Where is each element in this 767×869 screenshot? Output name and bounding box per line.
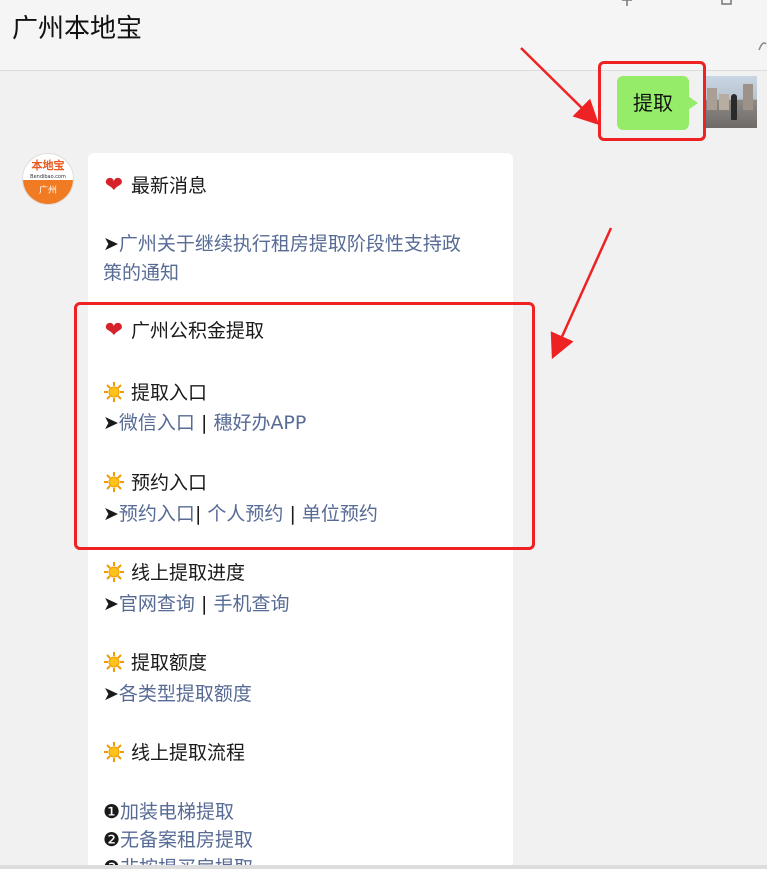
latest-news-title: 最新消息	[131, 175, 208, 197]
latest-news-link-cont[interactable]: 策的通知	[103, 262, 179, 284]
separator: |	[200, 593, 208, 615]
process-heading: 线上提取流程	[103, 738, 245, 765]
sun-icon	[104, 652, 124, 672]
arrow-icon: ➤	[103, 593, 119, 615]
window-icon[interactable]	[720, 0, 734, 6]
arrow-to-gjj-section	[550, 227, 613, 360]
amount-types-link[interactable]: 各类型提取额度	[119, 683, 252, 705]
latest-news-link-row2: 策的通知	[103, 258, 179, 285]
progress-title: 线上提取进度	[131, 562, 246, 584]
highlight-box-user-message	[598, 61, 706, 141]
progress-heading: 线上提取进度	[103, 558, 245, 585]
more-icon[interactable]	[758, 38, 767, 52]
progress-links: ➤官网查询 | 手机查询	[103, 589, 289, 616]
rent-no-filing-link[interactable]: 无备案租房提取	[120, 829, 253, 851]
number-badge: ❷	[103, 829, 121, 851]
user-avatar[interactable]	[705, 76, 757, 128]
latest-news-link-row: ➤广州关于继续执行租房提取阶段性支持政	[103, 229, 461, 256]
official-site-query-link[interactable]: 官网查询	[119, 593, 195, 615]
process-item: ❶加装电梯提取	[103, 797, 234, 824]
process-title: 线上提取流程	[131, 742, 246, 764]
latest-news-heading: ❤ 最新消息	[103, 171, 207, 198]
amount-links: ➤各类型提取额度	[103, 679, 252, 706]
mobile-query-link[interactable]: 手机查询	[213, 593, 289, 615]
horizontal-scrollbar[interactable]	[0, 865, 767, 869]
arrow-icon: ➤	[103, 233, 119, 255]
process-item: ❷无备案租房提取	[103, 825, 253, 852]
latest-news-link[interactable]: 广州关于继续执行租房提取阶段性支持政	[119, 233, 461, 255]
amount-title: 提取额度	[131, 652, 208, 674]
elevator-withdraw-link[interactable]: 加装电梯提取	[120, 801, 234, 823]
number-badge: ❶	[103, 801, 121, 823]
pin-icon[interactable]	[620, 0, 634, 6]
arrow-icon: ➤	[103, 683, 119, 705]
chat-title: 广州本地宝	[12, 14, 143, 44]
bot-avatar-city: 广州	[23, 180, 73, 204]
amount-heading: 提取额度	[103, 648, 207, 675]
heart-icon: ❤	[104, 173, 124, 198]
bot-avatar[interactable]: 本地宝 Bendibao.com 广州	[22, 153, 74, 205]
sun-icon	[104, 562, 124, 582]
highlight-box-gjj-section	[74, 302, 535, 550]
sun-icon	[104, 742, 124, 762]
